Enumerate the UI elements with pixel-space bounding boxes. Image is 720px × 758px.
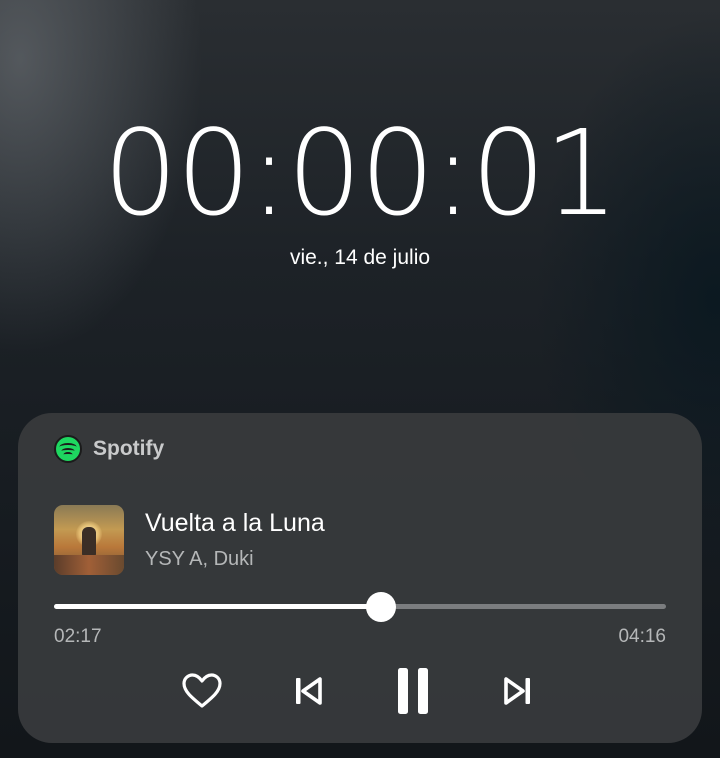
lockscreen-date[interactable]: vie., 14 de julio <box>0 246 720 270</box>
track-artist: YSY A, Duki <box>145 548 254 570</box>
seek-thumb[interactable] <box>366 592 397 622</box>
lockscreen-clock: 00:00:01 <box>103 104 619 242</box>
seek-bar[interactable] <box>54 592 666 622</box>
pause-button[interactable] <box>388 661 438 721</box>
next-button[interactable] <box>496 661 540 721</box>
spotify-icon <box>54 435 82 463</box>
media-player-card[interactable]: Spotify Vuelta a la Luna YSY A, Duki 02:… <box>18 413 702 743</box>
previous-button[interactable] <box>286 661 330 721</box>
pause-icon <box>398 668 428 714</box>
total-time: 04:16 <box>618 626 666 647</box>
app-header: Spotify <box>54 435 164 463</box>
skip-previous-icon <box>296 677 322 705</box>
album-art[interactable] <box>54 505 124 575</box>
seek-bar-progress <box>54 604 382 609</box>
skip-next-icon <box>504 677 530 705</box>
like-button[interactable] <box>178 661 226 721</box>
current-time: 02:17 <box>54 626 102 647</box>
playback-controls <box>18 661 702 721</box>
app-name: Spotify <box>93 437 165 460</box>
heart-outline-icon <box>182 673 222 708</box>
track-title: Vuelta a la Luna <box>145 509 325 537</box>
